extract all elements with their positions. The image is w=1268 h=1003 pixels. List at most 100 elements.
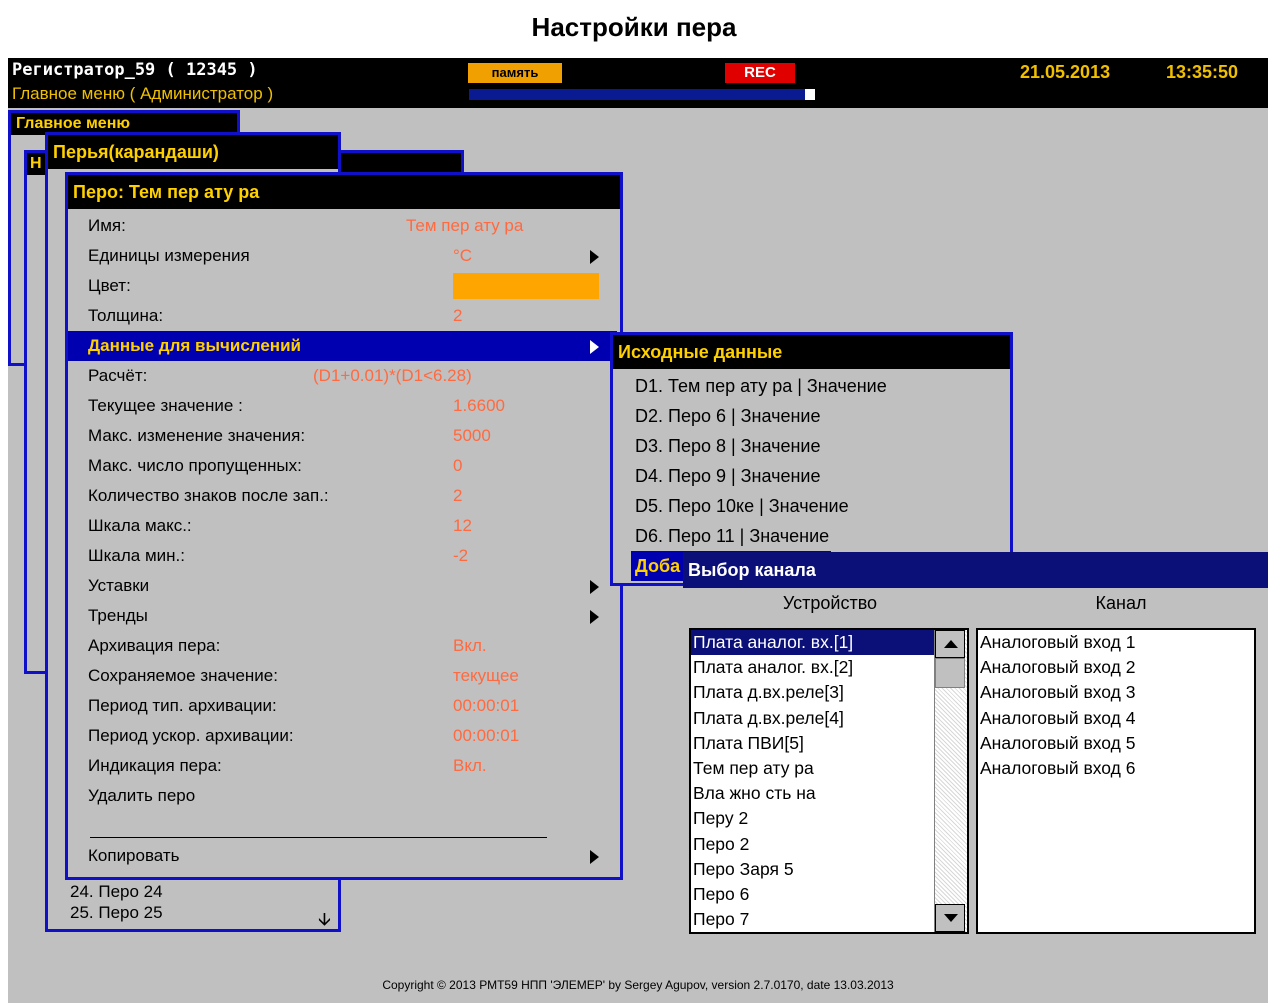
- pen-setting-calc-data[interactable]: Данные для вычислений: [68, 331, 617, 361]
- device-list-item[interactable]: Перо Заря 5: [691, 857, 939, 882]
- pen-setting-delete-pen[interactable]: Удалить перо: [68, 781, 608, 811]
- arrow-up-icon: [944, 640, 958, 648]
- device-list-item[interactable]: Тем пер ату ра: [691, 756, 939, 781]
- rec-badge: REC: [725, 63, 795, 83]
- pen-setting-label: Расчёт:: [88, 366, 148, 385]
- pen-setting-copy[interactable]: Копировать: [68, 841, 608, 871]
- device-name: Регистратор_59 ( 12345 ): [12, 60, 258, 80]
- status-bar: Регистратор_59 ( 12345 ) Главное меню ( …: [8, 58, 1268, 108]
- pen-setting-value: Тем пер ату ра: [406, 216, 524, 235]
- scroll-down-icon[interactable]: 🡫: [318, 907, 331, 937]
- source-data-item[interactable]: D4. Перо 9 | Значение: [635, 461, 821, 491]
- pen-setting-max-missed[interactable]: Макс. число пропущенных: 0: [68, 451, 608, 481]
- pen-setting-label: Период ускор. архивации:: [88, 726, 294, 745]
- device-list-item[interactable]: Вла жно сть на: [691, 781, 939, 806]
- pen-setting-scale-max[interactable]: Шкала макс.: 12: [68, 511, 608, 541]
- device-list-item[interactable]: Плата аналог. вх.[2]: [691, 655, 939, 680]
- pen-setting-label: Архивация пера:: [88, 636, 221, 655]
- pen-setting-value: °C: [453, 246, 473, 265]
- pen-setting-label: Макс. изменение значения:: [88, 426, 306, 445]
- pen-setting-label: Уставки: [88, 576, 150, 595]
- pen-setting-label: Сохраняемое значение:: [88, 666, 278, 685]
- pen-setting-setpoints[interactable]: Уставки: [68, 571, 608, 601]
- time-display: 13:35:50: [1166, 62, 1239, 82]
- pen-setting-value: 00:00:01: [453, 726, 520, 745]
- submenu-arrow-icon: [590, 580, 599, 594]
- pen-setting-value: 5000: [453, 426, 491, 445]
- device-list-item[interactable]: Плата д.вх.реле[4]: [691, 706, 939, 731]
- channel-list-item[interactable]: Аналоговый вход 2: [978, 655, 1254, 680]
- pen-setting-pen-indication[interactable]: Индикация пера: Вкл.: [68, 751, 608, 781]
- pen-setting-formula[interactable]: Расчёт: (D1+0.01)*(D1<6.28): [68, 361, 608, 391]
- pen-setting-name[interactable]: Имя: Тем пер ату ра: [68, 211, 608, 241]
- channel-list-item[interactable]: Аналоговый вход 6: [978, 756, 1254, 781]
- pen-setting-value: текущее: [453, 666, 519, 685]
- separator-line: [90, 837, 547, 838]
- pen-setting-saved-value[interactable]: Сохраняемое значение: текущее: [68, 661, 608, 691]
- channel-dialog-title: Выбор канала: [683, 552, 1268, 588]
- device-scrollbar[interactable]: [934, 630, 967, 932]
- scroll-up-button[interactable]: [935, 630, 965, 658]
- pen-setting-value: 12: [453, 516, 472, 535]
- memory-badge: память: [468, 63, 562, 83]
- channel-list-item[interactable]: Аналоговый вход 4: [978, 706, 1254, 731]
- pen-setting-label: Текущее значение :: [88, 396, 243, 415]
- pen-setting-label: Период тип. архивации:: [88, 696, 277, 715]
- pen-setting-color[interactable]: Цвет:: [68, 271, 608, 301]
- device-list-item[interactable]: Перо 2: [691, 832, 939, 857]
- copyright-footer: Copyright © 2013 РМТ59 НПП 'ЭЛЕМЕР' by S…: [382, 978, 894, 992]
- pens-window-title: Перья(карандаши): [48, 135, 338, 169]
- scroll-down-button[interactable]: [935, 904, 965, 932]
- device-column-header: Устройство: [782, 593, 878, 613]
- pen-setting-decimal-places[interactable]: Количество знаков после зап.: 2: [68, 481, 608, 511]
- pen-setting-label: Данные для вычислений: [88, 336, 301, 355]
- pen-setting-max-change[interactable]: Макс. изменение значения: 5000: [68, 421, 608, 451]
- channel-listbox[interactable]: Аналоговый вход 1 Аналоговый вход 2 Аналог…: [976, 628, 1256, 934]
- pen-setting-units[interactable]: Единицы измерения °C: [68, 241, 608, 271]
- memory-progress-bar: [469, 89, 815, 100]
- arrow-down-icon: [944, 914, 958, 922]
- device-list-item[interactable]: Перо 7: [691, 907, 939, 932]
- pen-setting-label: Шкала мин.:: [88, 546, 185, 565]
- device-list-item[interactable]: Плата д.вх.реле[3]: [691, 680, 939, 705]
- page-heading: Настройки пера: [531, 12, 737, 42]
- device-listbox[interactable]: Плата аналог. вх.[1] Плата аналог. вх.[2]…: [689, 628, 969, 934]
- device-list-item[interactable]: Перо 6: [691, 882, 939, 907]
- source-data-item[interactable]: D3. Перо 8 | Значение: [635, 431, 821, 461]
- pen-setting-fast-archive-period[interactable]: Период ускор. архивации: 00:00:01: [68, 721, 608, 751]
- pen-setting-scale-min[interactable]: Шкала мин.: -2: [68, 541, 608, 571]
- device-screen: Регистратор_59 ( 12345 ) Главное меню ( …: [8, 58, 1268, 1003]
- menu-path: Главное меню ( Администратор ): [12, 84, 274, 103]
- submenu-title-fragment: Н: [30, 155, 42, 172]
- pen-setting-value: 2: [453, 306, 463, 325]
- channel-list-item[interactable]: Аналоговый вход 1: [978, 630, 1254, 655]
- device-list-item[interactable]: Плата аналог. вх.[1]: [691, 630, 939, 656]
- device-list-item[interactable]: Плата ПВИ[5]: [691, 731, 939, 756]
- pen-setting-label: Шкала макс.:: [88, 516, 192, 535]
- submenu-arrow-icon: [590, 340, 599, 354]
- device-list-item[interactable]: Перу 2: [691, 806, 939, 831]
- pen-setting-thickness[interactable]: Толщина: 2: [68, 301, 608, 331]
- pen-setting-value: (D1+0.01)*(D1<6.28): [313, 366, 472, 385]
- color-swatch[interactable]: [453, 273, 599, 299]
- pens-list-item[interactable]: 25. Перо 25: [70, 898, 163, 928]
- pen-setting-label: Количество знаков после зап.:: [88, 486, 329, 505]
- pen-setting-value: -2: [453, 546, 469, 565]
- submenu-arrow-icon: [590, 850, 599, 864]
- pen-setting-archive-period[interactable]: Период тип. архивации: 00:00:01: [68, 691, 608, 721]
- pen-setting-label: Цвет:: [88, 276, 131, 295]
- pen-setting-current-value[interactable]: Текущее значение : 1.6600: [68, 391, 608, 421]
- source-data-item[interactable]: D1. Тем пер ату ра | Значение: [635, 371, 887, 401]
- source-data-item[interactable]: D2. Перо 6 | Значение: [635, 401, 821, 431]
- pen-setting-archiving[interactable]: Архивация пера: Вкл.: [68, 631, 608, 661]
- channel-list-item[interactable]: Аналоговый вход 3: [978, 680, 1254, 705]
- pen-setting-label: Удалить перо: [88, 786, 196, 805]
- pen-setting-trends[interactable]: Тренды: [68, 601, 608, 631]
- channel-list-item[interactable]: Аналоговый вход 5: [978, 731, 1254, 756]
- add-source-label: Доба: [635, 556, 681, 576]
- source-data-item[interactable]: D5. Перо 10ке | Значение: [635, 491, 849, 521]
- scroll-thumb[interactable]: [935, 658, 965, 688]
- memory-progress-fill: [469, 89, 805, 100]
- source-data-item[interactable]: D6. Перо 11 | Значение: [635, 521, 829, 551]
- pen-setting-value: Вкл.: [453, 636, 487, 655]
